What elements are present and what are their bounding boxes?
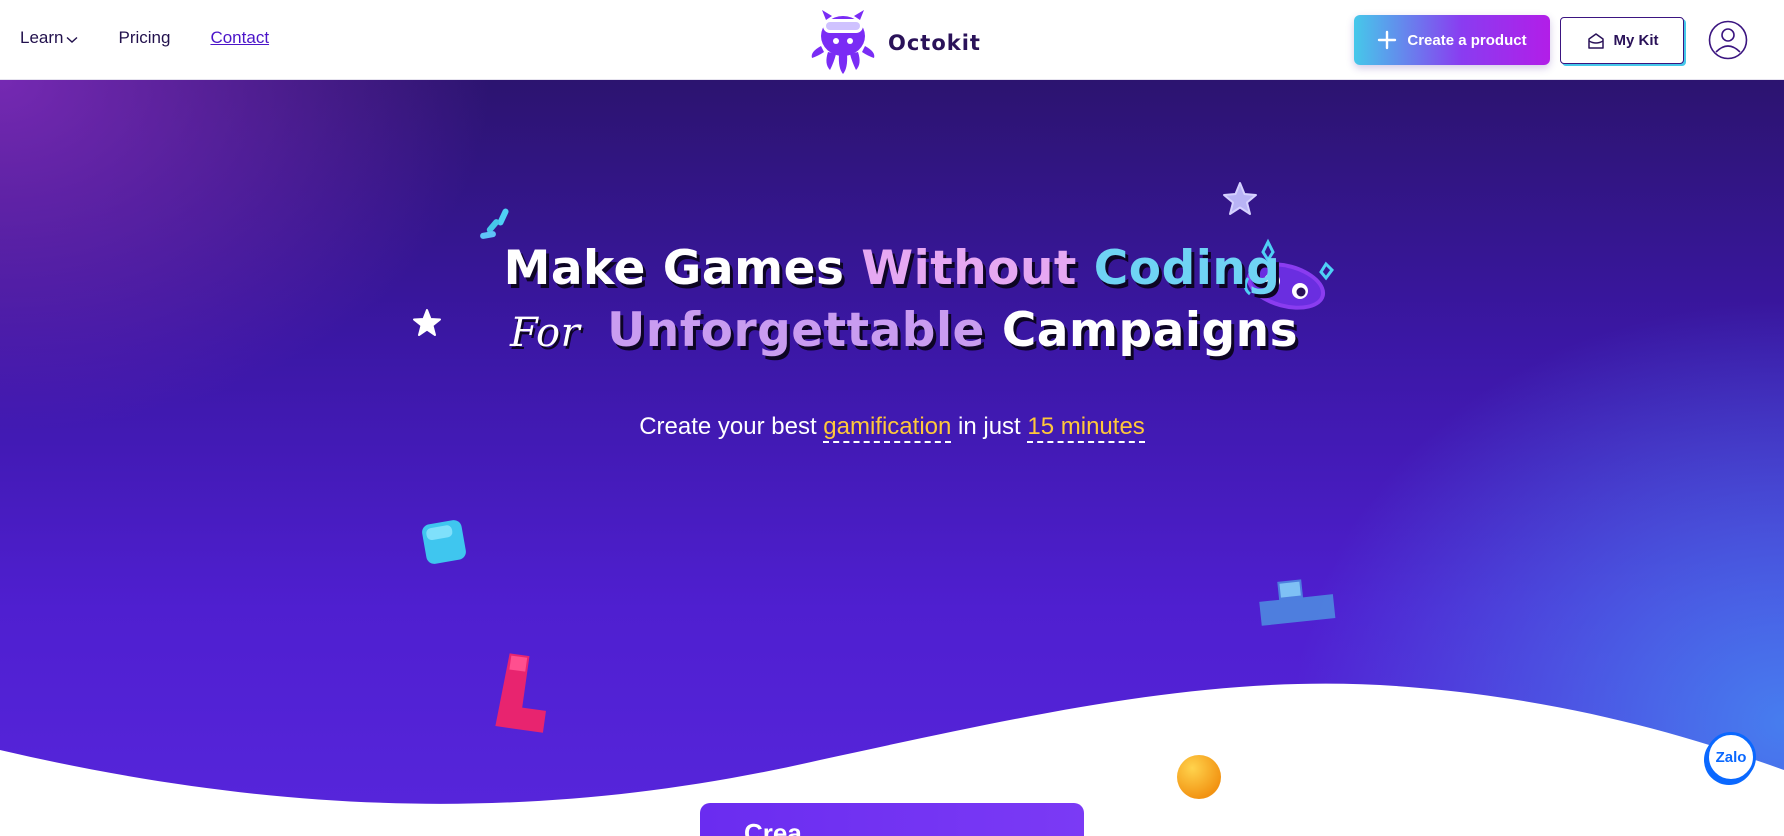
nav-learn[interactable]: Learn: [20, 28, 78, 48]
nav-contact[interactable]: Contact: [210, 28, 269, 48]
subtitle-mid: in just: [958, 413, 1021, 440]
plus-icon: [1378, 30, 1397, 50]
hero-section: Make Games Without Coding For Unforgetta…: [0, 80, 1784, 836]
brand-name: Octokit: [888, 31, 981, 55]
hero-wave-divider: [0, 683, 1784, 836]
zalo-chat-button[interactable]: Zalo: [1706, 732, 1756, 782]
create-product-button[interactable]: Create a product: [1354, 15, 1550, 65]
headline-word-games: Games: [662, 241, 845, 296]
headline-line-2: For Unforgettable Campaigns: [12, 300, 1784, 364]
headline-word-coding: Coding: [1093, 241, 1281, 296]
chevron-down-icon: [67, 36, 78, 43]
nav-learn-label: Learn: [20, 28, 64, 47]
hero-headline: Make Games Without Coding For Unforgetta…: [0, 238, 1784, 364]
user-avatar-icon[interactable]: [1708, 20, 1748, 60]
subtitle-pre: Create your best: [639, 413, 817, 440]
site-header: Learn Pricing Contact Octokit Create a p…: [0, 0, 1784, 80]
main-nav: Learn Pricing Contact: [20, 28, 269, 48]
hero-subtitle: Create your best gamification in just 15…: [0, 413, 1784, 443]
pink-l-block-icon: [495, 653, 546, 733]
subtitle-highlight-minutes: 15 minutes: [1027, 413, 1145, 443]
headline-word-make: Make: [503, 241, 646, 296]
my-kit-button[interactable]: My Kit: [1560, 17, 1684, 64]
octopus-logo-icon: [811, 10, 875, 74]
lavender-star-icon: [1223, 182, 1257, 215]
subtitle-highlight-gamification: gamification: [823, 413, 952, 443]
headline-word-for: For: [509, 310, 581, 356]
headline-word-without: Without: [861, 241, 1077, 296]
headline-line-1: Make Games Without Coding: [0, 238, 1784, 300]
orange-ball-icon: [1177, 755, 1221, 799]
create-product-label: Create a product: [1407, 31, 1527, 49]
nav-pricing[interactable]: Pricing: [118, 28, 170, 48]
blue-t-block-icon: [1259, 579, 1336, 626]
my-kit-label: My Kit: [1613, 32, 1659, 49]
home-box-icon: [1587, 32, 1604, 49]
headline-word-campaigns: Campaigns: [1001, 303, 1299, 358]
brand-logo[interactable]: Octokit: [806, 6, 981, 76]
headline-word-unforgettable: Unforgettable: [607, 303, 985, 358]
hero-cta-button[interactable]: Crea: [700, 803, 1084, 836]
zalo-label: Zalo: [1715, 748, 1747, 766]
cyan-cube-icon: [422, 520, 466, 564]
